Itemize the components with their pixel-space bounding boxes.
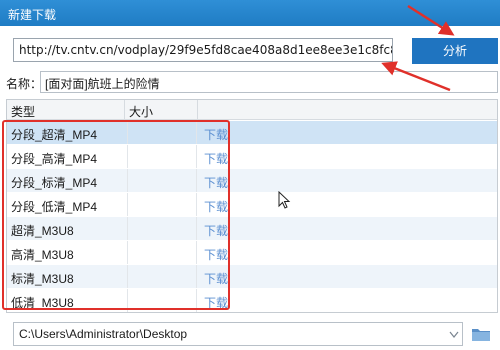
- annotation-arrow-analyze: [407, 4, 455, 36]
- annotation-arrow-url: [381, 61, 451, 92]
- annotation-arrows: [381, 4, 455, 92]
